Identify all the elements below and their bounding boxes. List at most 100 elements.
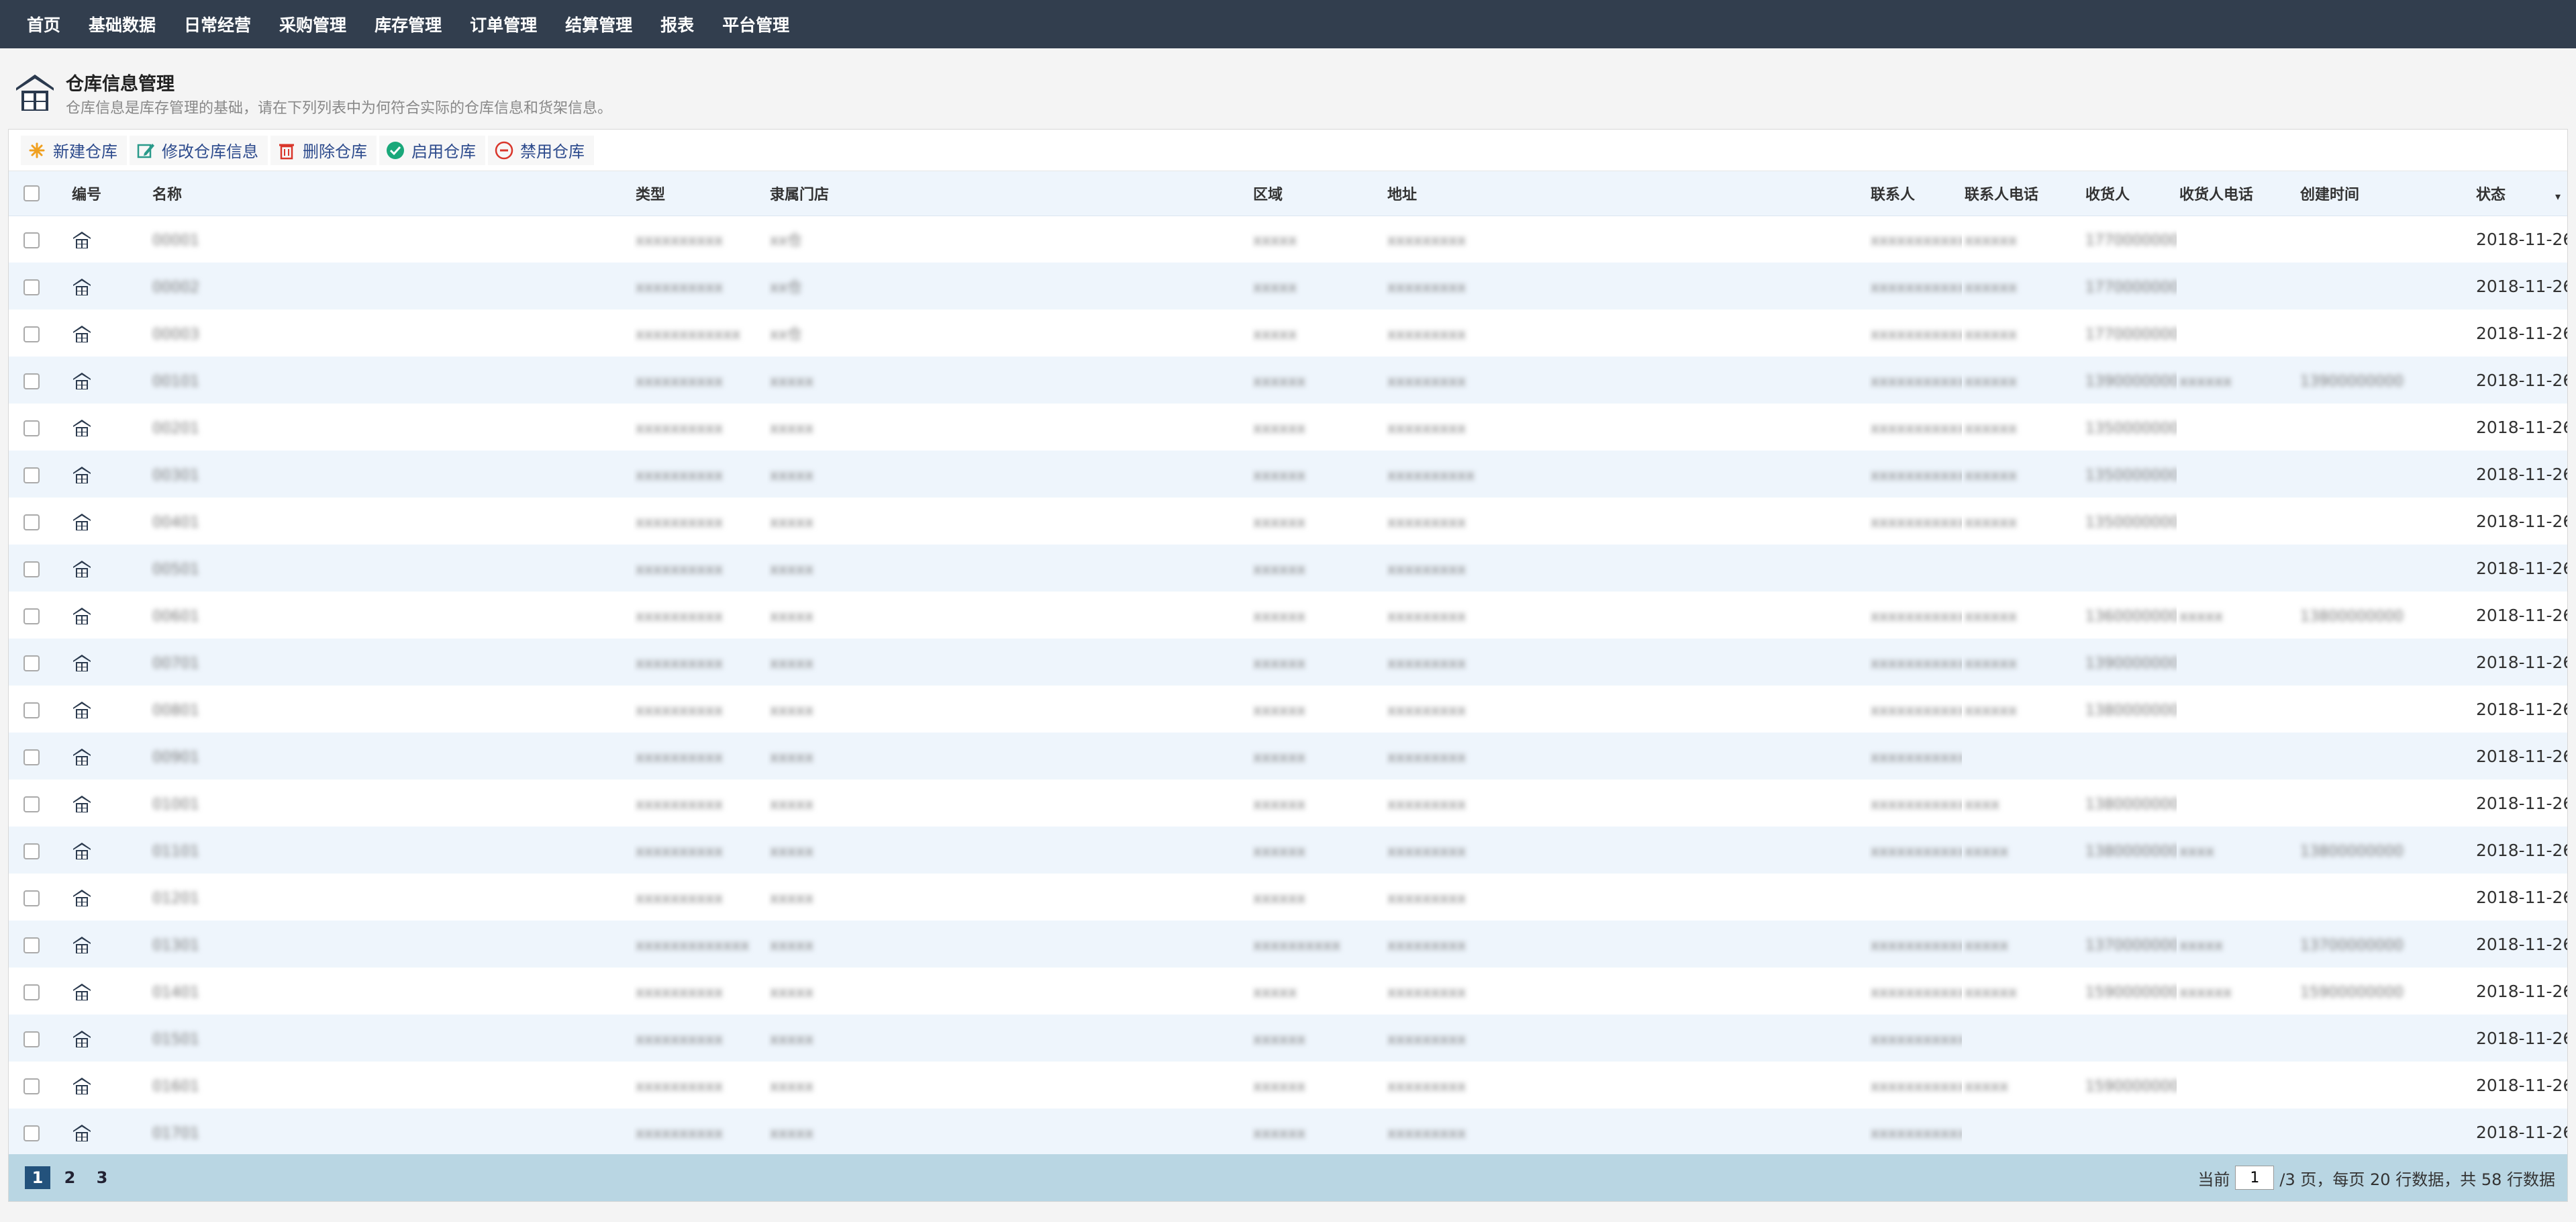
page-link-1[interactable]: 1 — [25, 1166, 50, 1189]
row-select-cell[interactable] — [9, 1109, 69, 1156]
table-row[interactable]: 01601 xxxxxxxxxx xxxxx xxxxxx xxxxxxxxx xxxxx… — [9, 1062, 2567, 1109]
cell-store: xxxxxx — [1250, 874, 1385, 921]
row-checkbox[interactable] — [23, 467, 40, 483]
sort-icon[interactable]: ▾ — [2555, 190, 2561, 203]
delete-warehouse-button[interactable]: 删除仓库 — [270, 135, 377, 165]
nav-item[interactable]: 平台管理 — [722, 12, 789, 36]
row-select-cell[interactable] — [9, 827, 69, 874]
column-header[interactable]: 状态 ▾ — [2473, 171, 2567, 216]
table-row[interactable]: 00201 xxxxxxxxxx xxxxx xxxxxx xxxxxxxxx xxxxx… — [9, 404, 2567, 451]
row-select-cell[interactable] — [9, 404, 69, 451]
table-row[interactable]: 00401 xxxxxxxxxx xxxxx xxxxxx xxxxxxxxx xxxxx… — [9, 498, 2567, 545]
cell-type: xxxxx — [767, 639, 1250, 686]
row-select-cell[interactable] — [9, 1015, 69, 1062]
row-select-cell[interactable] — [9, 357, 69, 404]
row-checkbox[interactable] — [23, 420, 40, 436]
row-checkbox[interactable] — [23, 232, 40, 248]
row-select-cell[interactable] — [9, 921, 69, 968]
table-row[interactable]: 00901 xxxxxxxxxx xxxxx xxxxxx xxxxxxxxx xxxxx… — [9, 733, 2567, 780]
table-row[interactable]: 00101 xxxxxxxxxx xxxxx xxxxxx xxxxxxxxx xxxxx… — [9, 357, 2567, 404]
new-warehouse-button[interactable]: 新建仓库 — [21, 135, 127, 165]
row-select-cell[interactable] — [9, 451, 69, 498]
nav-item[interactable]: 日常经营 — [184, 12, 251, 36]
select-all-checkbox[interactable] — [23, 185, 40, 202]
row-select-cell[interactable] — [9, 968, 69, 1015]
row-checkbox[interactable] — [23, 749, 40, 765]
row-select-cell[interactable] — [9, 733, 69, 780]
select-all-cell[interactable] — [9, 171, 69, 216]
column-header[interactable]: 创建时间 — [2297, 171, 2473, 216]
column-header[interactable]: 类型 — [633, 171, 767, 216]
row-checkbox[interactable] — [23, 514, 40, 530]
nav-item[interactable]: 首页 — [27, 12, 60, 36]
disable-warehouse-button[interactable]: 禁用仓库 — [488, 135, 594, 165]
row-select-cell[interactable] — [9, 263, 69, 310]
row-select-cell[interactable] — [9, 592, 69, 639]
row-checkbox[interactable] — [23, 984, 40, 1000]
row-select-cell[interactable] — [9, 874, 69, 921]
table-row[interactable]: 00003 xxxxxxxxxxxx xx仓 xxxxx xxxxxxxxx xxxxxx… — [9, 310, 2567, 357]
column-header[interactable]: 收货人电话 — [2177, 171, 2297, 216]
page-link-2[interactable]: 2 — [57, 1166, 83, 1189]
nav-item[interactable]: 订单管理 — [470, 12, 537, 36]
enable-warehouse-button[interactable]: 启用仓库 — [379, 135, 485, 165]
column-header[interactable]: 联系人 — [1868, 171, 1962, 216]
column-header[interactable]: 收货人 — [2083, 171, 2177, 216]
row-select-cell[interactable] — [9, 498, 69, 545]
nav-item[interactable]: 结算管理 — [565, 12, 632, 36]
nav-item[interactable]: 采购管理 — [279, 12, 346, 36]
page-link-3[interactable]: 3 — [89, 1166, 115, 1189]
table-row[interactable]: 01101 xxxxxxxxxx xxxxx xxxxxx xxxxxxxxx xxxxx… — [9, 827, 2567, 874]
row-checkbox[interactable] — [23, 1031, 40, 1047]
row-checkbox[interactable] — [23, 702, 40, 718]
row-checkbox[interactable] — [23, 655, 40, 671]
edit-warehouse-label: 修改仓库信息 — [162, 142, 258, 161]
row-select-cell[interactable] — [9, 780, 69, 827]
row-checkbox[interactable] — [23, 937, 40, 953]
row-select-cell[interactable] — [9, 216, 69, 263]
row-checkbox[interactable] — [23, 890, 40, 906]
row-checkbox[interactable] — [23, 279, 40, 295]
row-select-cell[interactable] — [9, 310, 69, 357]
table-row[interactable]: 01501 xxxxxxxxxx xxxxx xxxxxx xxxxxxxxx xxxxx… — [9, 1015, 2567, 1062]
cell-address: xxxxxxxxxxxxxxxxxxxxxxxxxxxxxxxxxxxxxxxx… — [1868, 498, 1962, 545]
nav-item[interactable]: 基础数据 — [89, 12, 156, 36]
row-checkbox[interactable] — [23, 326, 40, 342]
row-checkbox[interactable] — [23, 561, 40, 577]
row-select-cell[interactable] — [9, 1062, 69, 1109]
column-header[interactable]: 名称 — [150, 171, 633, 216]
table-row[interactable]: 00501 xxxxxxxxxx xxxxx xxxxxx xxxxxxxxx 2018-… — [9, 545, 2567, 592]
edit-warehouse-button[interactable]: 修改仓库信息 — [130, 135, 268, 165]
table-row[interactable]: 00601 xxxxxxxxxx xxxxx xxxxxx xxxxxxxxx xxxxx… — [9, 592, 2567, 639]
page-number-input[interactable] — [2235, 1166, 2275, 1190]
column-header[interactable]: 区域 — [1250, 171, 1385, 216]
table-row[interactable]: 00801 xxxxxxxxxx xxxxx xxxxxx xxxxxxxxx xxxxx… — [9, 686, 2567, 733]
row-checkbox[interactable] — [23, 608, 40, 624]
row-select-cell[interactable] — [9, 639, 69, 686]
table-row[interactable]: 00301 xxxxxxxxxx xxxxx xxxxxx xxxxxxxxxx xxxx… — [9, 451, 2567, 498]
row-checkbox[interactable] — [23, 373, 40, 389]
table-row[interactable]: 01201 xxxxxxxxxx xxxxx xxxxxx xxxxxxxxx 2018-… — [9, 874, 2567, 921]
table-row[interactable]: 00002 xxxxxxxxxx xx仓 xxxxx xxxxxxxxx xxxxxxxx… — [9, 263, 2567, 310]
page-description: 仓库信息是库存管理的基础，请在下列列表中为何符合实际的仓库信息和货架信息。 — [66, 100, 613, 117]
nav-item[interactable]: 报表 — [660, 12, 694, 36]
cell-address — [1868, 545, 1962, 592]
row-checkbox[interactable] — [23, 1078, 40, 1094]
cell-region: xxxxxxxxx — [1385, 1109, 1868, 1156]
column-header[interactable]: 编号 — [69, 171, 150, 216]
row-checkbox[interactable] — [23, 843, 40, 859]
table-row[interactable]: 00001 xxxxxxxxxx xx仓 xxxxx xxxxxxxxx xxxxxxxx… — [9, 216, 2567, 263]
column-header[interactable]: 联系人电话 — [1962, 171, 2083, 216]
column-header[interactable]: 隶属门店 — [767, 171, 1250, 216]
table-row[interactable]: 01001 xxxxxxxxxx xxxxx xxxxxx xxxxxxxxx xxxxx… — [9, 780, 2567, 827]
table-row[interactable]: 01301 xxxxxxxxxxxxx xxxxx xxxxxxxxxx xxxxxxx… — [9, 921, 2567, 968]
table-row[interactable]: 01701 xxxxxxxxxx xxxxx xxxxxx xxxxxxxxx xxxxx… — [9, 1109, 2567, 1156]
row-select-cell[interactable] — [9, 545, 69, 592]
table-row[interactable]: 01401 xxxxxxxxxx xxxxx xxxxx xxxxxxxxx xxxxxx… — [9, 968, 2567, 1015]
table-row[interactable]: 00701 xxxxxxxxxx xxxxx xxxxxx xxxxxxxxx xxxxx… — [9, 639, 2567, 686]
nav-item[interactable]: 库存管理 — [375, 12, 442, 36]
column-header[interactable]: 地址 — [1385, 171, 1868, 216]
row-select-cell[interactable] — [9, 686, 69, 733]
row-checkbox[interactable] — [23, 796, 40, 812]
row-checkbox[interactable] — [23, 1125, 40, 1141]
